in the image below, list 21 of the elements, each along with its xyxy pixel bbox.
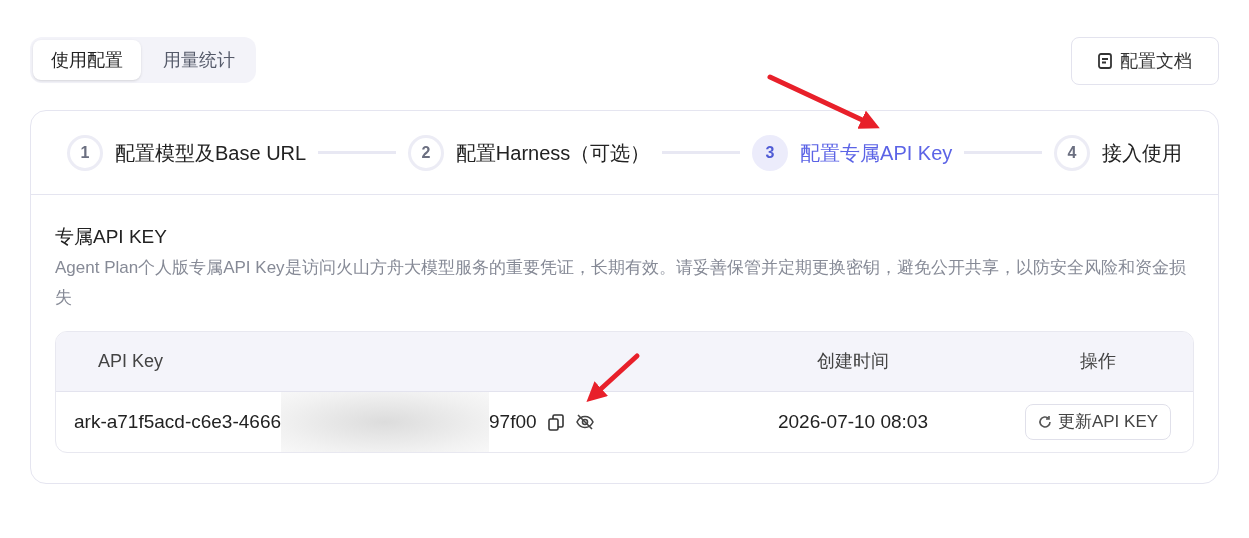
section-title: 专属API KEY [55, 225, 168, 249]
eye-slash-icon[interactable] [575, 414, 594, 430]
step[interactable]: 1 配置模型及Base URL [67, 134, 307, 171]
api-key-text: 97f00 [489, 409, 537, 434]
tab[interactable]: 用量统计 [145, 40, 253, 80]
annotation-arrow [586, 353, 640, 403]
column-header: API Key [97, 350, 165, 373]
column-header: 创建时间 [816, 350, 890, 373]
refresh-key-button[interactable]: 更新API KEY [1024, 404, 1172, 440]
api-key-text: ark-a71f5acd-c6e3-4666 [74, 409, 282, 434]
step[interactable]: 2 配置Harness（可选） [407, 134, 651, 171]
document-icon [1098, 53, 1112, 69]
column-header: 操作 [1079, 350, 1117, 373]
step[interactable]: 4 接入使用 [1054, 134, 1182, 171]
copy-icon[interactable] [547, 413, 564, 431]
step[interactable]: 3 配置专属API Key [752, 134, 953, 171]
docs-button[interactable]: 配置文档 [1071, 37, 1219, 85]
refresh-icon [1037, 415, 1052, 429]
tab[interactable]: 使用配置 [33, 40, 141, 80]
created-time: 2026-07-10 08:03 [778, 409, 928, 434]
section-description: Agent Plan个人版专属API Key是访问火山方舟大模型服务的重要凭证，长期有效。请妥善保管并定期更换密钥，避免公开共享，以防安全风险和资金损失 [55, 257, 1187, 309]
